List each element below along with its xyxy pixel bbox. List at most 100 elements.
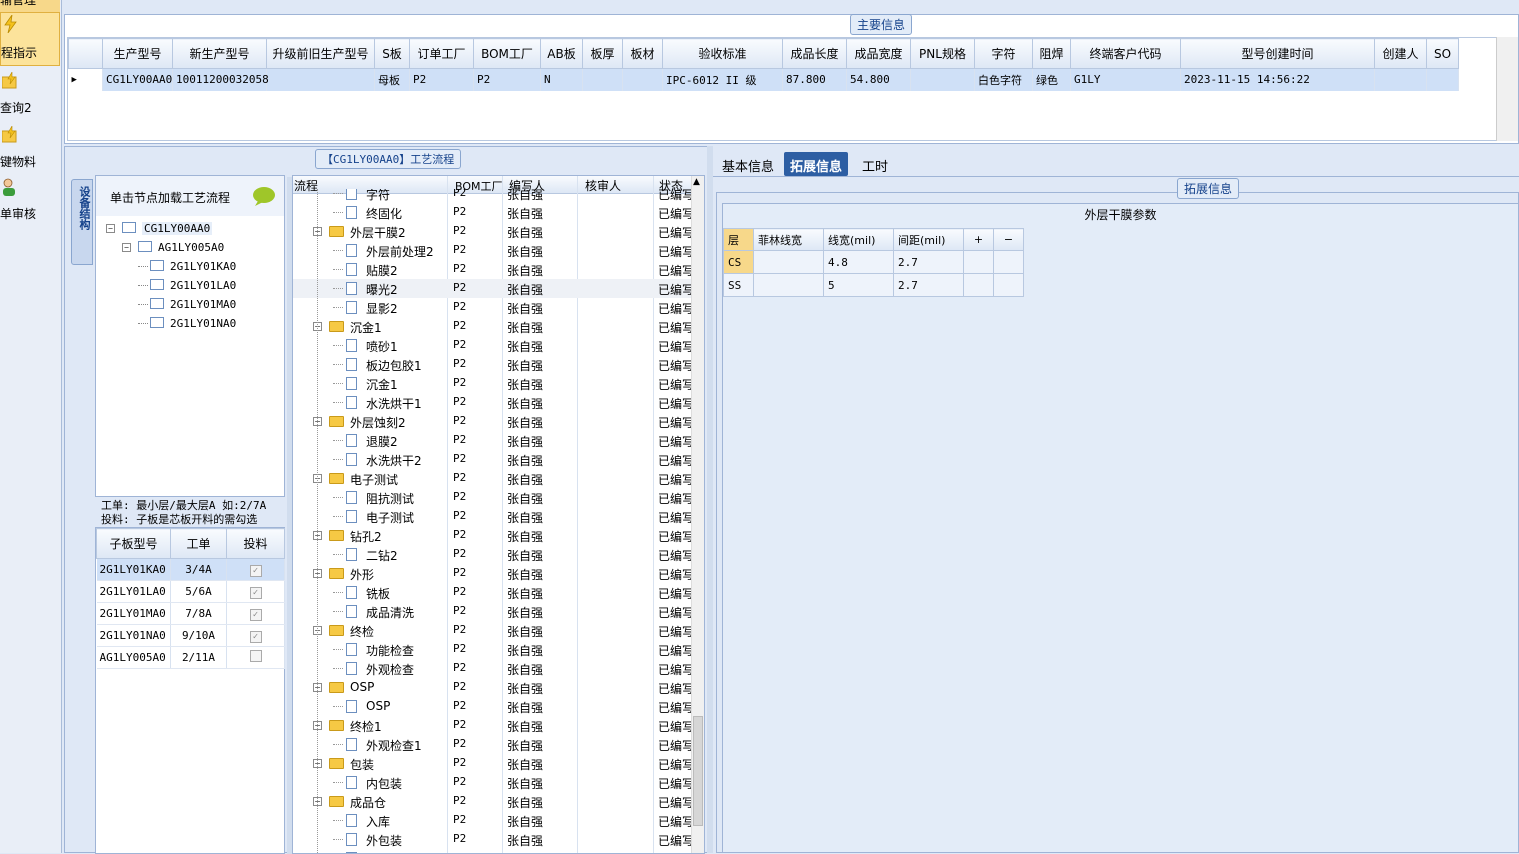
table-cell[interactable]: P2 (473, 68, 541, 91)
flow-row[interactable]: 贴膜2 P2 张自强 已编写 (293, 260, 691, 279)
table-cell[interactable] (1374, 68, 1427, 91)
table-cell[interactable]: 54.800 (846, 68, 911, 91)
table-row[interactable]: 2G1LY01KA0 3/4A ✓ (96, 558, 285, 581)
col-header[interactable]: 阻焊 (1032, 38, 1071, 69)
param-cell[interactable]: 4.8 (823, 250, 894, 274)
add-column-button[interactable]: + (963, 228, 994, 251)
remove-column-button[interactable]: − (993, 228, 1024, 251)
sub-model-cell[interactable]: AG1LY005A0 (96, 646, 171, 669)
col-header[interactable]: 板材 (622, 38, 663, 69)
sub-model-cell[interactable]: 2G1LY01KA0 (96, 558, 171, 581)
flow-row[interactable]: 显影2 P2 张自强 已编写 (293, 298, 691, 317)
col-header[interactable]: 生产型号 (102, 38, 173, 69)
table-row[interactable]: AG1LY005A0 2/11A (96, 646, 285, 669)
flow-row[interactable]: 外观检查1 P2 张自强 已编写 (293, 735, 691, 754)
flow-row[interactable]: 内包装 P2 张自强 已编写 (293, 773, 691, 792)
flow-row[interactable]: 外包装 P2 张自强 已编写 (293, 830, 691, 849)
flow-row[interactable]: 退膜2 P2 张自强 已编写 (293, 431, 691, 450)
flow-row[interactable]: 板边包胶1 P2 张自强 已编写 (293, 355, 691, 374)
feed-checkbox[interactable]: ✓ (249, 608, 262, 621)
tree-node-child[interactable]: − AG1LY005A0 (122, 239, 302, 259)
table-cell[interactable] (1426, 68, 1459, 91)
col-header[interactable]: AB板 (540, 38, 583, 69)
flow-row[interactable]: − OSP P2 张自强 已编写 (293, 678, 691, 697)
col-header[interactable]: 新生产型号 (172, 38, 267, 69)
col-header[interactable]: 订单工厂 (409, 38, 474, 69)
flow-row[interactable]: 外层前处理2 P2 张自强 已编写 (293, 241, 691, 260)
flow-row[interactable]: − 包装 P2 张自强 已编写 (293, 754, 691, 773)
flow-row[interactable]: 水洗烘干1 P2 张自强 已编写 (293, 393, 691, 412)
param-col-header[interactable]: 层 (723, 228, 754, 251)
table-cell[interactable]: 10011200032058 (172, 68, 269, 91)
table-row[interactable]: 2G1LY01NA0 9/10A ✓ (96, 624, 285, 647)
flow-row[interactable]: 电子测试 P2 张自强 已编写 (293, 507, 691, 526)
flow-row[interactable]: − 电子测试 P2 张自强 已编写 (293, 469, 691, 488)
feed-checkbox-cell[interactable] (226, 646, 285, 669)
col-header[interactable]: 板厚 (582, 38, 623, 69)
flow-row[interactable]: 喷砂1 P2 张自强 已编写 (293, 336, 691, 355)
col-header[interactable]: 验收标准 (662, 38, 783, 69)
param-col-header[interactable]: 菲林线宽 (753, 228, 824, 251)
tree-node-leaf[interactable]: 2G1LY01NA0 (138, 315, 298, 334)
scroll-up-icon[interactable]: ▲ (693, 177, 700, 187)
flow-row[interactable]: 阻抗测试 P2 张自强 已编写 (293, 488, 691, 507)
param-col-header[interactable]: 间距(mil) (893, 228, 964, 251)
nav-item-0[interactable]: 输管理 (0, 0, 60, 12)
tab-extended-info[interactable]: 拓展信息 (784, 152, 849, 176)
table-row[interactable]: ▶ CG1LY00AA0 10011200032058 母板 P2 P2 N IPC-6012… (68, 68, 1459, 91)
flow-row[interactable]: 成品清洗 P2 张自强 已编写 (293, 602, 691, 621)
param-cell[interactable]: 5 (823, 273, 894, 297)
flow-row[interactable]: − 外层蚀刻2 P2 张自强 已编写 (293, 412, 691, 431)
param-cell[interactable]: SS (723, 273, 754, 297)
table-cell[interactable]: 2023-11-15 14:56:22 (1180, 68, 1375, 91)
main-info-scrollbar[interactable] (1496, 37, 1518, 141)
table-cell[interactable] (582, 68, 623, 91)
col-header[interactable]: 子板型号 (96, 528, 171, 559)
param-cell[interactable] (753, 273, 824, 297)
sub-model-cell[interactable]: 2G1LY01NA0 (96, 624, 171, 647)
sub-order-cell[interactable]: 5/6A (170, 580, 227, 603)
table-cell[interactable]: IPC-6012 II 级 (662, 68, 783, 91)
table-cell[interactable]: CG1LY00AA0 (102, 68, 173, 91)
collapse-icon[interactable]: − (122, 243, 131, 252)
table-row[interactable]: 2G1LY01MA0 7/8A ✓ (96, 602, 285, 625)
flow-scrollbar[interactable]: ▲ (691, 176, 704, 853)
table-cell[interactable]: P2 (409, 68, 474, 91)
param-cell[interactable]: 2.7 (893, 273, 964, 297)
param-cell[interactable] (993, 250, 1024, 274)
feed-checkbox[interactable] (249, 650, 262, 662)
param-cell[interactable] (963, 273, 994, 297)
param-col-header[interactable]: 线宽(mil) (823, 228, 894, 251)
param-cell[interactable] (993, 273, 1024, 297)
table-row[interactable]: 2G1LY01LA0 5/6A ✓ (96, 580, 285, 603)
nav-item-process[interactable]: 程指示 (0, 12, 60, 66)
col-header[interactable]: 投料 (226, 528, 285, 559)
table-cell[interactable]: 母板 (374, 68, 410, 91)
feed-checkbox[interactable]: ✓ (249, 586, 262, 599)
flow-row[interactable]: 终固化 P2 张自强 已编写 (293, 203, 691, 222)
col-header[interactable]: 字符 (974, 38, 1033, 69)
sub-order-cell[interactable]: 2/11A (170, 646, 227, 669)
flow-row[interactable]: OSP P2 张自强 已编写 (293, 697, 691, 716)
tab-basic-info[interactable]: 基本信息 (716, 152, 780, 176)
flow-row[interactable]: − 外层干膜2 P2 张自强 已编写 (293, 222, 691, 241)
flow-row[interactable]: 水洗烘干2 P2 张自强 已编写 (293, 450, 691, 469)
flow-row[interactable]: − 沉金1 P2 张自强 已编写 (293, 317, 691, 336)
col-header[interactable]: PNL规格 (910, 38, 975, 69)
col-header[interactable]: 成品长度 (782, 38, 847, 69)
table-cell[interactable] (622, 68, 663, 91)
col-header[interactable]: 终端客户代码 (1070, 38, 1181, 69)
sub-model-cell[interactable]: 2G1LY01LA0 (96, 580, 171, 603)
col-header[interactable]: BOM工厂 (473, 38, 541, 69)
table-cell[interactable]: 87.800 (782, 68, 847, 91)
feed-checkbox-cell[interactable]: ✓ (226, 624, 285, 647)
nav-item-audit[interactable]: 单审核 (0, 176, 60, 226)
feed-checkbox-cell[interactable]: ✓ (226, 580, 285, 603)
feed-checkbox-cell[interactable]: ✓ (226, 558, 285, 581)
table-cell[interactable]: N (540, 68, 583, 91)
flow-row[interactable]: − 成品仓 P2 张自强 已编写 (293, 792, 691, 811)
flow-row[interactable]: 字符 P2 张自强 已编写 (293, 189, 691, 203)
tree-node-root[interactable]: − CG1LY00AA0 (106, 220, 296, 240)
table-cell[interactable]: 绿色 (1032, 68, 1071, 91)
param-cell[interactable] (753, 250, 824, 274)
